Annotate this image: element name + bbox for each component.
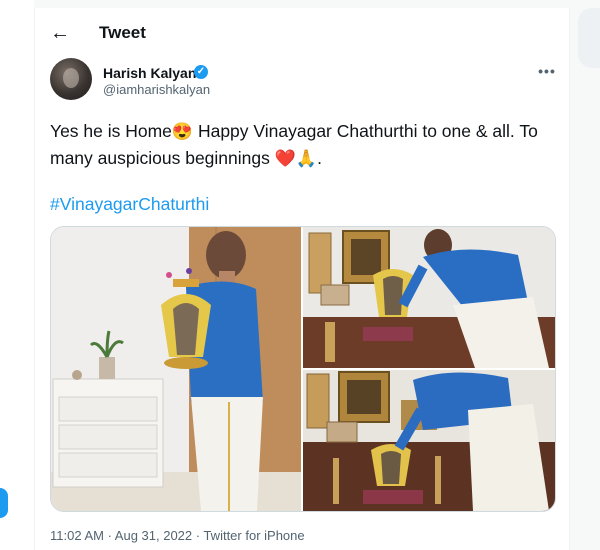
photo-2-image <box>303 227 555 368</box>
photo-1[interactable] <box>51 227 301 511</box>
tweet-text-part3: . <box>317 148 322 168</box>
author-display-name[interactable]: Harish Kalyan <box>103 64 196 82</box>
heart-eyes-emoji-icon: 😍 <box>171 122 194 141</box>
photo-3[interactable] <box>303 370 555 511</box>
hashtag-link[interactable]: #VinayagarChaturthi <box>50 192 209 216</box>
avatar[interactable] <box>50 58 92 100</box>
photo-2[interactable] <box>303 227 555 368</box>
tweet-text-part1: Yes he is Home <box>50 121 172 141</box>
right-sidebar <box>569 8 600 550</box>
right-sidebar-card <box>578 8 600 68</box>
left-sidebar-strip <box>0 0 34 550</box>
author-handle[interactable]: @iamharishkalyan <box>103 82 210 98</box>
avatar-face <box>63 68 79 88</box>
red-heart-emoji-icon: ❤️ <box>274 149 296 168</box>
photo-1-image <box>51 227 301 511</box>
tweet-detail-column: ← Tweet Harish Kalyan ✓ @iamharishkalyan… <box>34 8 570 550</box>
page-header: ← Tweet <box>35 8 569 58</box>
photo-3-image <box>303 370 555 511</box>
media-grid <box>50 226 556 512</box>
folded-hands-emoji-icon: 🙏 <box>295 149 318 168</box>
tweet-text: Yes he is Home😍 Happy Vinayagar Chathurt… <box>50 118 560 172</box>
back-arrow-icon[interactable]: ← <box>49 22 71 44</box>
page-title: Tweet <box>99 23 146 42</box>
tweet-compose-button[interactable] <box>0 488 8 518</box>
more-options-icon[interactable]: ••• <box>535 63 559 81</box>
tweet-timestamp[interactable]: 11:02 AM · Aug 31, 2022 · Twitter for iP… <box>50 528 305 544</box>
verified-badge-icon: ✓ <box>194 65 208 79</box>
